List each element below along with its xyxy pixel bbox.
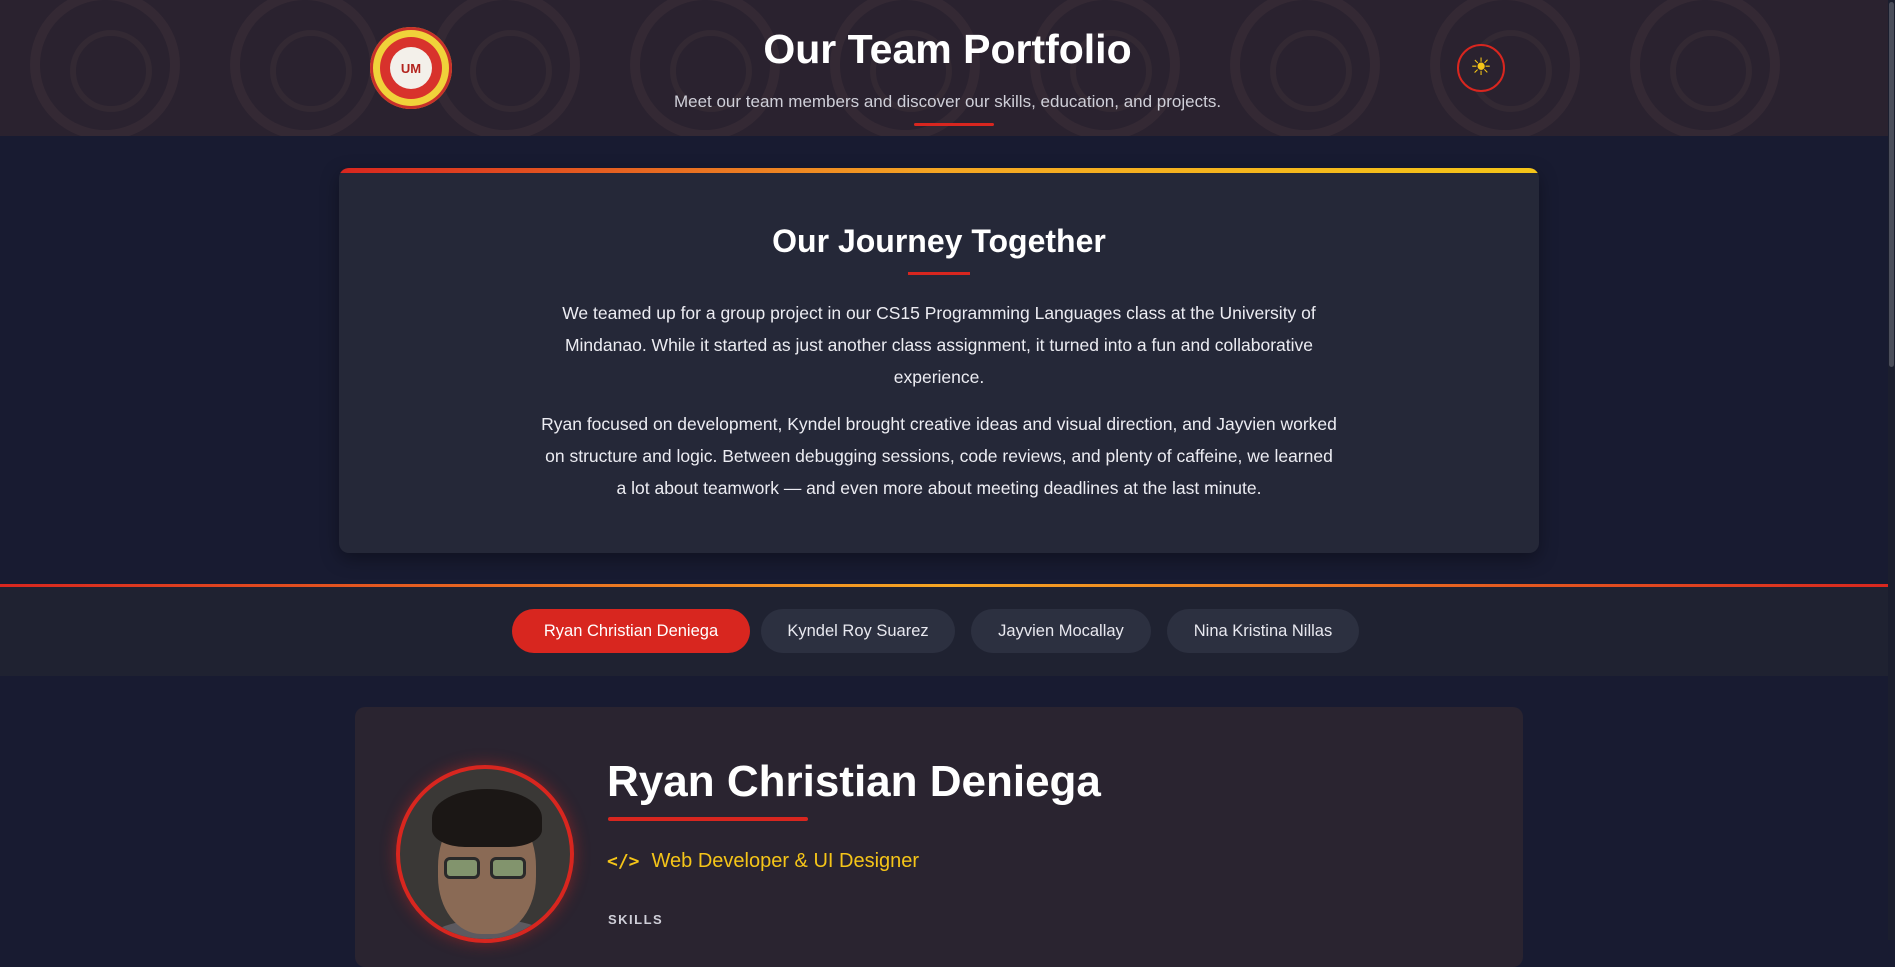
journey-title: Our Journey Together [772, 223, 1106, 259]
tab-jayvien-mocallay[interactable]: Jayvien Mocallay [971, 609, 1151, 653]
journey-paragraph: Ryan focused on development, Kyndel brou… [541, 414, 1337, 498]
skills-heading: SKILLS [608, 912, 664, 927]
member-name-underline [608, 817, 808, 821]
avatar [396, 765, 574, 943]
page-scrollbar[interactable] [1888, 0, 1895, 940]
journey-gradient-bar [339, 168, 1539, 173]
member-role: </> Web Developer & UI Designer [607, 850, 919, 873]
code-icon: </> [607, 851, 640, 872]
site-header: UM Our Team Portfolio Meet our team memb… [0, 0, 1895, 136]
theme-toggle-button[interactable]: ☀ [1457, 44, 1505, 92]
tab-ryan-christian-deniega[interactable]: Ryan Christian Deniega [512, 609, 750, 653]
member-profile-card: Ryan Christian Deniega </> Web Developer… [355, 707, 1523, 967]
journey-card: Our Journey Together We teamed up for a … [339, 168, 1539, 553]
member-name: Ryan Christian Deniega [607, 757, 1101, 806]
page-title: Our Team Portfolio [763, 26, 1132, 72]
tab-nina-kristina-nillas[interactable]: Nina Kristina Nillas [1167, 609, 1359, 653]
journey-title-underline [908, 272, 970, 275]
member-tabs-nav: Ryan Christian Deniega Kyndel Roy Suarez… [0, 584, 1895, 676]
tab-kyndel-roy-suarez[interactable]: Kyndel Roy Suarez [761, 609, 955, 653]
scrollbar-thumb[interactable] [1889, 2, 1894, 367]
title-underline [914, 123, 994, 126]
journey-paragraph: We teamed up for a group project in our … [562, 303, 1316, 387]
nav-gradient-line [0, 584, 1895, 587]
page-subtitle: Meet our team members and discover our s… [673, 92, 1222, 111]
sun-icon: ☀ [1470, 54, 1492, 81]
member-role-text: Web Developer & UI Designer [651, 850, 920, 872]
